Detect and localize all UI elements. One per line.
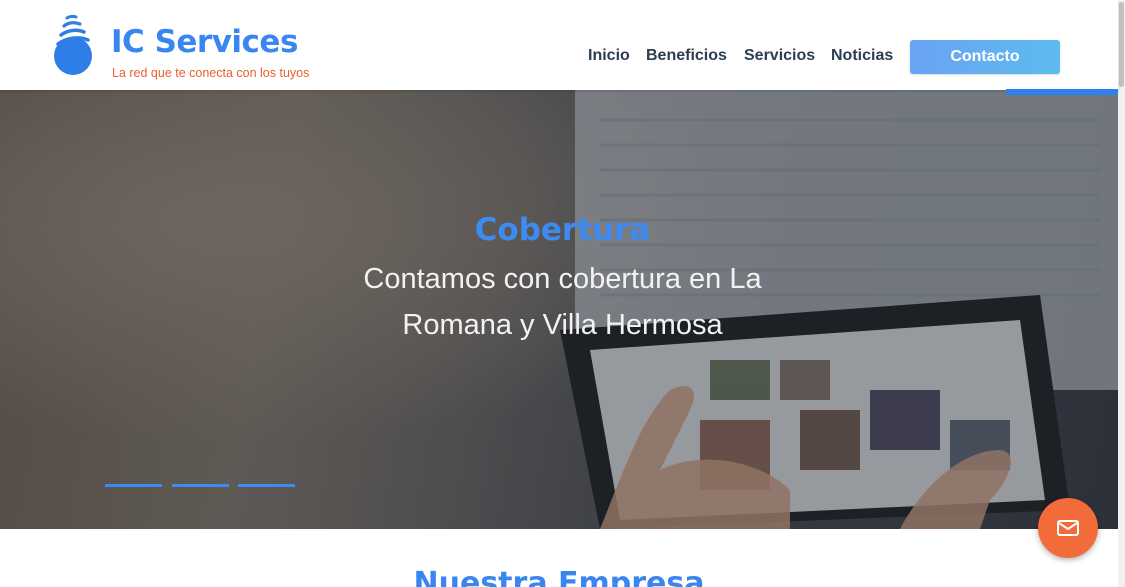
slider-indicator-1[interactable] [105, 484, 162, 487]
slider-indicator-2[interactable] [172, 484, 229, 487]
nav-item-inicio[interactable]: Inicio [588, 47, 630, 65]
hero-slider: Cobertura Contamos con cobertura en La R… [0, 90, 1118, 529]
brand-tagline: La red que te conecta con los tuyos [112, 66, 310, 80]
scrollbar-thumb[interactable] [1119, 2, 1124, 87]
site-header: IC Services La red que te conecta con lo… [0, 0, 1118, 90]
nav-item-noticias[interactable]: Noticias [831, 47, 893, 65]
slider-indicator-3[interactable] [238, 484, 295, 487]
section-title: Nuestra Empresa [413, 566, 705, 587]
mail-fab-button[interactable] [1038, 498, 1098, 558]
nav-item-servicios[interactable]: Servicios [744, 47, 815, 65]
nav-active-indicator [1006, 89, 1118, 95]
mail-icon [1057, 520, 1079, 536]
hero-title: Cobertura [474, 212, 651, 248]
brand-title[interactable]: IC Services [111, 24, 298, 60]
contact-button[interactable]: Contacto [910, 40, 1060, 74]
scrollbar-track[interactable] [1118, 0, 1125, 587]
wifi-drop-logo-icon[interactable] [48, 14, 98, 76]
nav-item-beneficios[interactable]: Beneficios [646, 47, 727, 65]
hero-text: Contamos con cobertura en La Romana y Vi… [363, 263, 762, 341]
